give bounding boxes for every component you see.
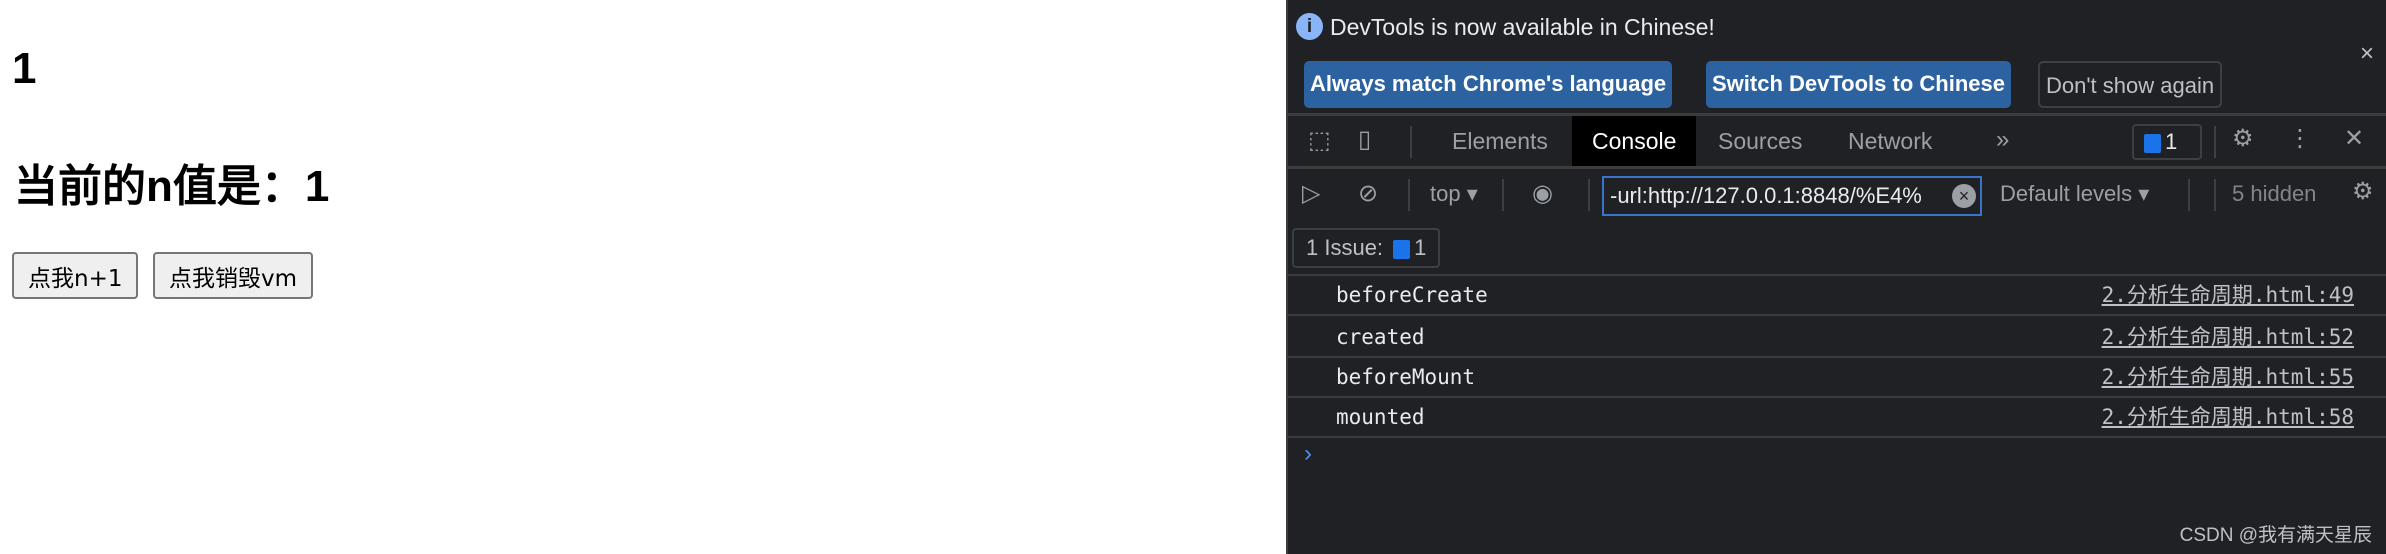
counter-heading: 1 [12,44,37,93]
console-settings-icon[interactable]: ⚙ [2352,177,2374,206]
issue-count: 1 [1414,235,1427,260]
tab-bar: ⬚ ▯ Elements Console Sources Network » 1… [1288,116,2386,167]
message-text: beforeMount [1336,365,1476,389]
more-options-icon[interactable]: ⋮ [2288,124,2312,153]
issues-label: 1 Issue: [1306,235,1384,260]
tab-sources[interactable]: Sources [1698,116,1822,167]
filter-input[interactable]: -url:http://127.0.0.1:8848/%E4% × [1602,176,1982,216]
message-text: created [1336,325,1425,349]
inspect-element-icon[interactable]: ⬚ [1308,126,1331,155]
more-tabs-icon[interactable]: » [1996,126,2009,154]
clear-filter-icon[interactable]: × [1952,184,1976,208]
clear-console-icon[interactable]: ⊘ [1358,179,1378,208]
console-message: mounted 2.分析生命周期.html:58 [1288,398,2386,438]
tab-elements[interactable]: Elements [1432,116,1568,167]
context-label: top [1430,181,1461,206]
tab-network[interactable]: Network [1828,116,1952,167]
device-toolbar-icon[interactable]: ▯ [1358,125,1371,154]
infobar-message: DevTools is now available in Chinese! [1330,14,1715,40]
issues-button[interactable]: 1 Issue: 1 [1292,228,1441,268]
dont-show-again-button[interactable]: Don't show again [2038,61,2223,108]
source-link[interactable]: 2.分析生命周期.html:49 [2102,276,2354,314]
console-message: beforeMount 2.分析生命周期.html:55 [1288,358,2386,398]
switch-chinese-button[interactable]: Switch DevTools to Chinese [1706,61,2011,108]
devtools-panel: i DevTools is now available in Chinese! … [1286,0,2386,554]
filter-value: -url:http://127.0.0.1:8848/%E4% [1610,183,1922,208]
console-toolbar: ▷ ⊘ top ▾ ◉ -url:http://127.0.0.1:8848/%… [1288,169,2386,222]
match-language-button[interactable]: Always match Chrome's language [1304,61,1673,108]
settings-icon[interactable]: ⚙ [2232,124,2254,153]
separator [1588,179,1590,211]
live-expression-eye-icon[interactable]: ◉ [1532,179,1553,208]
levels-label: Default levels [2000,181,2133,206]
tab-console[interactable]: Console [1572,116,1697,167]
separator [1502,179,1504,211]
message-icon [2144,133,2161,153]
separator [1408,179,1410,211]
increment-button[interactable]: 点我n+1 [12,252,139,299]
separator [1410,126,1412,158]
close-devtools-icon[interactable]: ✕ [2344,124,2364,153]
console-message: beforeCreate 2.分析生命周期.html:49 [1288,276,2386,316]
log-levels-dropdown[interactable]: Default levels ▾ [2000,181,2149,207]
context-selector[interactable]: top ▾ [1430,181,1478,207]
source-link[interactable]: 2.分析生命周期.html:52 [2102,318,2354,356]
separator [2188,179,2190,211]
separator [2214,179,2216,211]
web-page: 1 当前的n值是：1 点我n+1 点我销毁vm [0,0,1286,554]
source-link[interactable]: 2.分析生命周期.html:58 [2102,398,2354,436]
n-value-heading: 当前的n值是：1 [14,162,330,211]
message-text: mounted [1336,405,1425,429]
message-icon [1393,239,1411,259]
console-prompt-icon[interactable]: › [1304,440,1312,468]
destroy-vm-button[interactable]: 点我销毁vm [153,252,314,299]
sidebar-toggle-icon[interactable]: ▷ [1302,179,1320,208]
console-message: created 2.分析生命周期.html:52 [1288,318,2386,358]
message-text: beforeCreate [1336,283,1488,307]
info-icon: i [1296,13,1323,40]
source-link[interactable]: 2.分析生命周期.html:55 [2102,358,2354,396]
issues-badge[interactable]: 1 [2132,124,2202,160]
watermark: CSDN @我有满天星辰 [2179,525,2372,546]
issues-count: 1 [2165,129,2178,154]
separator [2214,126,2216,158]
close-infobar-icon[interactable]: × [2360,40,2374,68]
hidden-count: 5 hidden [2232,181,2317,206]
